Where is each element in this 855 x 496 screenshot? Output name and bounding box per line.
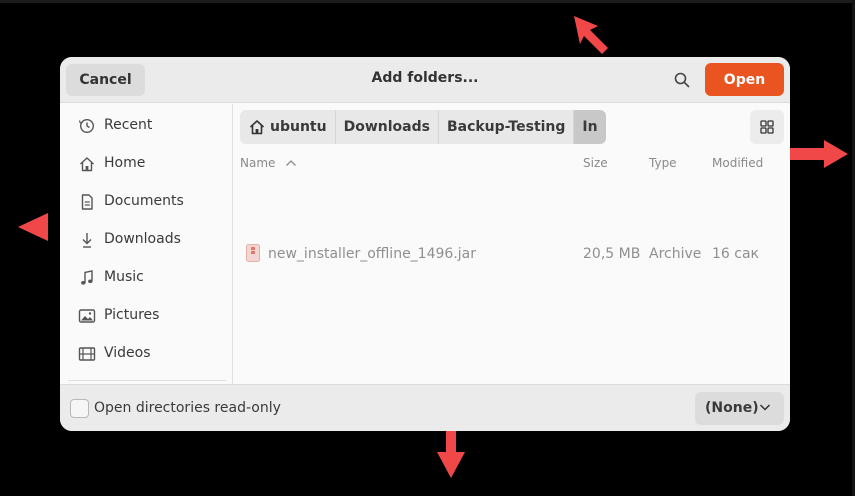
file-type: Archive xyxy=(649,246,702,262)
breadcrumb-item-ubuntu[interactable]: ubuntu xyxy=(240,110,336,144)
sidebar-item-videos[interactable]: Videos xyxy=(60,335,232,373)
grid-icon xyxy=(760,120,774,134)
breadcrumb-item-current[interactable]: In xyxy=(574,110,606,144)
arrow-right-icon xyxy=(788,140,848,168)
grid-view-button[interactable] xyxy=(750,110,784,144)
sidebar-item-music[interactable]: Music xyxy=(60,259,232,297)
sidebar-item-documents[interactable]: Documents xyxy=(60,183,232,221)
sidebar-item-label: Pictures xyxy=(104,307,160,323)
window-top-edge xyxy=(0,0,855,3)
column-header-type[interactable]: Type xyxy=(649,156,677,170)
column-header-label: Name xyxy=(240,156,276,170)
sidebar-item-recent[interactable]: Recent xyxy=(60,107,232,145)
dialog-header: Cancel Add folders... Open xyxy=(60,57,790,103)
sidebar-separator xyxy=(68,380,226,381)
sort-ascending-icon xyxy=(286,160,297,166)
search-icon xyxy=(674,72,690,88)
read-only-label[interactable]: Open directories read-only xyxy=(94,400,281,416)
document-icon xyxy=(81,194,93,210)
arrow-left-icon xyxy=(18,213,48,241)
places-sidebar: Recent Home Documents Downloads Music Pi… xyxy=(60,104,233,384)
video-icon xyxy=(78,347,96,361)
picture-icon xyxy=(78,309,96,323)
filter-value: (None) xyxy=(705,400,759,416)
clock-icon xyxy=(78,118,95,134)
search-button[interactable] xyxy=(670,69,694,91)
arrow-up-icon xyxy=(574,16,608,54)
column-header-name[interactable]: Name xyxy=(240,156,297,170)
chevron-down-icon xyxy=(759,404,771,411)
sidebar-item-pictures[interactable]: Pictures xyxy=(60,297,232,335)
sidebar-item-label: Home xyxy=(104,155,146,171)
home-icon xyxy=(80,157,94,172)
sidebar-item-label: Recent xyxy=(104,117,153,133)
music-icon xyxy=(81,270,93,285)
file-browser-pane: ubuntu Downloads Backup-Testing In Name … xyxy=(234,104,790,384)
sidebar-item-home[interactable]: Home xyxy=(60,145,232,183)
column-header-modified[interactable]: Modified xyxy=(712,156,763,170)
dialog-title: Add folders... xyxy=(371,70,479,86)
home-icon xyxy=(249,120,265,135)
file-size: 20,5 MB xyxy=(583,246,641,262)
read-only-checkbox[interactable] xyxy=(70,399,89,418)
column-header-size[interactable]: Size xyxy=(583,156,608,170)
dialog-footer: Open directories read-only (None) xyxy=(60,384,790,431)
open-button[interactable]: Open xyxy=(705,63,784,96)
breadcrumb: ubuntu Downloads Backup-Testing In xyxy=(240,110,606,144)
sidebar-item-downloads[interactable]: Downloads xyxy=(60,221,232,259)
file-modified: 16 сак xyxy=(712,246,759,262)
file-chooser-dialog: Cancel Add folders... Open Recent Home D… xyxy=(60,57,790,431)
arrow-down-icon xyxy=(437,430,465,478)
sidebar-item-label: Videos xyxy=(104,345,151,361)
file-filter-dropdown[interactable]: (None) xyxy=(695,392,784,425)
archive-file-icon xyxy=(246,244,260,262)
breadcrumb-item-downloads[interactable]: Downloads xyxy=(336,110,439,144)
sidebar-item-label: Downloads xyxy=(104,231,181,247)
sidebar-item-label: Documents xyxy=(104,193,184,209)
file-name: new_installer_offline_1496.jar xyxy=(268,246,476,262)
download-icon xyxy=(82,233,92,248)
breadcrumb-label: ubuntu xyxy=(270,119,327,135)
breadcrumb-item-backup-testing[interactable]: Backup-Testing xyxy=(439,110,575,144)
sidebar-item-label: Music xyxy=(104,269,144,285)
cancel-button[interactable]: Cancel xyxy=(66,64,145,96)
